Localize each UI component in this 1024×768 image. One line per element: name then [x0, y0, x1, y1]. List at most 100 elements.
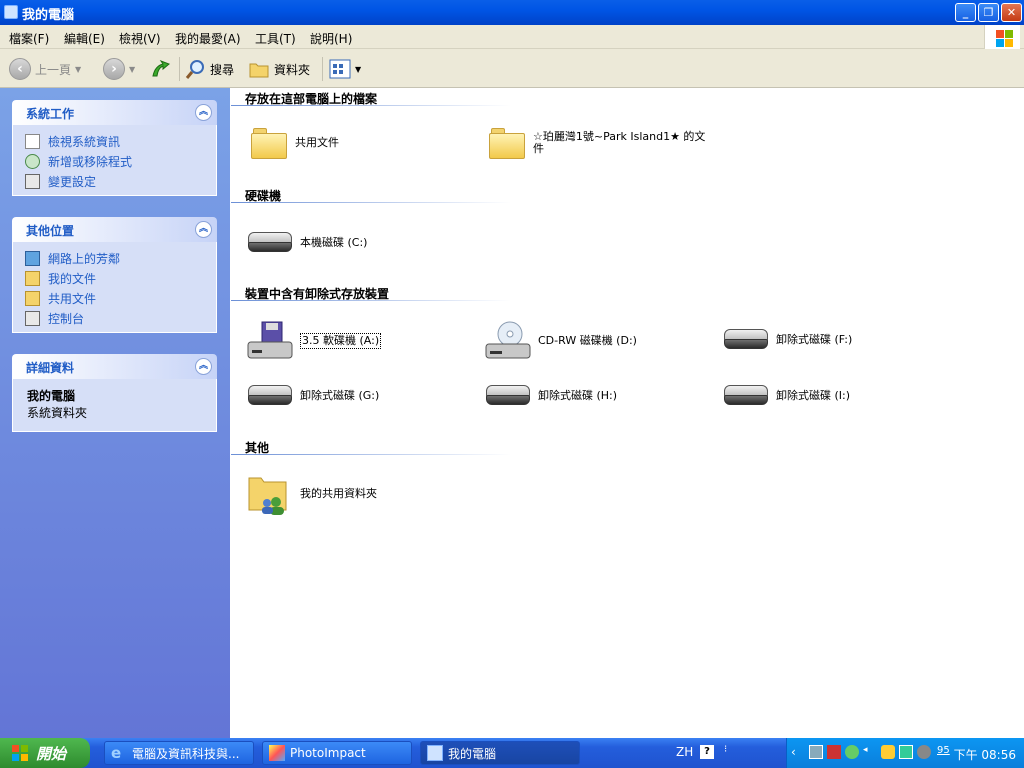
back-button[interactable]: ‹ 上一頁 ▼ — [9, 57, 81, 81]
shield-tray-icon[interactable] — [881, 745, 895, 759]
folders-button[interactable]: 資料夾 — [248, 57, 310, 81]
other-places-header[interactable]: 其他位置 ︽ — [12, 217, 217, 242]
network-tray-icon[interactable] — [809, 745, 823, 759]
search-button[interactable]: 搜尋 — [184, 57, 234, 81]
window-title: 我的電腦 — [22, 8, 75, 23]
details-header[interactable]: 詳細資料 ︽ — [12, 354, 217, 379]
chevron-down-icon: ▼ — [129, 64, 136, 74]
hard-drive-icon — [246, 230, 294, 256]
minimize-button[interactable]: _ — [955, 3, 976, 22]
clock[interactable]: 下午 08:56 — [954, 746, 1016, 763]
user-documents-item[interactable]: ☆珀麗灣1號~Park Island1★ 的文件 — [489, 126, 719, 160]
menu-help[interactable]: 說明(H) — [310, 30, 352, 47]
removable-drive-icon — [484, 383, 532, 409]
drive-c-item[interactable]: 本機磁碟 (C:) — [246, 230, 367, 256]
other-places-panel: 其他位置 ︽ 網路上的芳鄰 我的文件 共用文件 控制台 — [12, 217, 217, 333]
security-tray-icon[interactable] — [827, 745, 841, 759]
menu-favorites[interactable]: 我的最愛(A) — [175, 30, 241, 47]
network-icon — [25, 250, 40, 266]
internet-explorer-icon: e — [111, 744, 122, 762]
system-tasks-panel: 系統工作 ︽ 檢視系統資訊 新增或移除程式 變更設定 — [12, 100, 217, 196]
task-my-computer[interactable]: 我的電腦 — [420, 741, 580, 765]
control-panel-icon — [25, 310, 40, 326]
views-grid-icon — [329, 59, 351, 79]
menu-edit[interactable]: 編輯(E) — [64, 30, 105, 47]
help-icon[interactable]: ? — [700, 745, 714, 759]
details-type: 系統資料夾 — [27, 406, 88, 420]
removable-drive-icon — [722, 327, 770, 353]
system-tray: ‹ ◂ 95 下午 08:56 — [786, 738, 1024, 768]
details-panel: 詳細資料 ︽ 我的電腦 系統資料夾 — [12, 354, 217, 432]
chevron-down-icon: ▼ — [75, 64, 82, 74]
up-folder-button[interactable] — [149, 57, 171, 81]
title-bar: 我的電腦 _ ❐ ✕ — [0, 0, 1024, 25]
shared-folder-item[interactable]: 我的共用資料夾 — [246, 470, 377, 518]
views-button[interactable]: ▼ — [329, 57, 361, 81]
taskbar: 開始 e 電腦及資訊科技與... PhotoImpact 我的電腦 ZH ? ⁝… — [0, 738, 1024, 768]
menu-tools[interactable]: 工具(T) — [255, 30, 296, 47]
tray-number: 95 — [937, 745, 950, 756]
shared-documents-item[interactable]: 共用文件 — [251, 126, 339, 160]
computer-icon — [4, 5, 18, 19]
speaker-tray-icon[interactable]: ◂ — [863, 745, 877, 759]
ime-icon[interactable]: ⁝ — [724, 744, 727, 755]
add-remove-programs-link[interactable]: 新增或移除程式 — [13, 151, 216, 171]
start-button[interactable]: 開始 — [0, 738, 90, 768]
windows-logo-icon — [12, 745, 28, 761]
file-view: 存放在這部電腦上的檔案 共用文件 ☆珀麗灣1號~Park Island1★ 的文… — [231, 88, 1024, 738]
photoimpact-icon — [269, 745, 285, 761]
task-pane: 系統工作 ︽ 檢視系統資訊 新增或移除程式 變更設定 其他位置 ︽ 網路上的芳鄰… — [0, 88, 230, 738]
chevron-down-icon: ▼ — [355, 64, 362, 74]
forward-button[interactable]: › ▼ — [103, 57, 135, 81]
language-indicator[interactable]: ZH — [676, 745, 693, 759]
menu-view[interactable]: 檢視(V) — [119, 30, 161, 47]
change-settings-link[interactable]: 變更設定 — [13, 171, 216, 191]
cdrw-d-item[interactable]: CD-RW 磁碟機 (D:) — [484, 320, 637, 362]
windows-logo-icon — [984, 25, 1020, 49]
menu-bar: 檔案(F) 編輯(E) 檢視(V) 我的最愛(A) 工具(T) 說明(H) — [0, 25, 1024, 49]
up-arrow-icon — [152, 59, 170, 77]
task-ie[interactable]: e 電腦及資訊科技與... — [104, 741, 254, 765]
cd-drive-icon — [485, 321, 531, 359]
shared-documents-link[interactable]: 共用文件 — [13, 288, 216, 308]
back-arrow-icon: ‹ — [9, 58, 31, 80]
toolbar: ‹ 上一頁 ▼ › ▼ 搜尋 資料夾 ▼ — [0, 49, 1024, 88]
documents-folder-icon — [25, 270, 40, 286]
system-tasks-header[interactable]: 系統工作 ︽ — [12, 100, 217, 125]
details-name: 我的電腦 — [27, 389, 76, 403]
system-info-icon — [25, 133, 40, 149]
collapse-icon[interactable]: ︽ — [195, 358, 212, 375]
removable-i-item[interactable]: 卸除式磁碟 (I:) — [722, 383, 850, 409]
restore-button[interactable]: ❐ — [978, 3, 999, 22]
shared-folder-icon — [248, 477, 287, 515]
floppy-a-item[interactable]: 3.5 軟碟機 (A:) — [246, 320, 382, 362]
folder-icon — [489, 126, 527, 160]
folder-icon — [251, 126, 289, 160]
collapse-icon[interactable]: ︽ — [195, 221, 212, 238]
app-tray-icon[interactable] — [899, 745, 913, 759]
folder-icon — [249, 63, 269, 78]
control-panel-link[interactable]: 控制台 — [13, 308, 216, 328]
task-photoimpact[interactable]: PhotoImpact — [262, 741, 412, 765]
removable-g-item[interactable]: 卸除式磁碟 (G:) — [246, 383, 379, 409]
menu-file[interactable]: 檔案(F) — [9, 30, 49, 47]
folder-icon — [25, 290, 40, 306]
removable-drive-icon — [246, 383, 294, 409]
computer-icon — [427, 745, 443, 761]
network-places-link[interactable]: 網路上的芳鄰 — [13, 248, 216, 268]
search-icon — [185, 60, 204, 79]
settings-icon — [25, 173, 40, 189]
my-documents-link[interactable]: 我的文件 — [13, 268, 216, 288]
view-system-info-link[interactable]: 檢視系統資訊 — [13, 131, 216, 151]
programs-icon — [25, 153, 40, 169]
floppy-drive-icon — [247, 321, 293, 359]
tray-expand-icon[interactable]: ‹ — [791, 745, 805, 759]
removable-f-item[interactable]: 卸除式磁碟 (F:) — [722, 327, 852, 353]
forward-arrow-icon: › — [103, 58, 125, 80]
removable-h-item[interactable]: 卸除式磁碟 (H:) — [484, 383, 617, 409]
collapse-icon[interactable]: ︽ — [195, 104, 212, 121]
volume-tray-icon[interactable] — [917, 745, 931, 759]
removable-drive-icon — [722, 383, 770, 409]
close-button[interactable]: ✕ — [1001, 3, 1022, 22]
messenger-tray-icon[interactable] — [845, 745, 859, 759]
